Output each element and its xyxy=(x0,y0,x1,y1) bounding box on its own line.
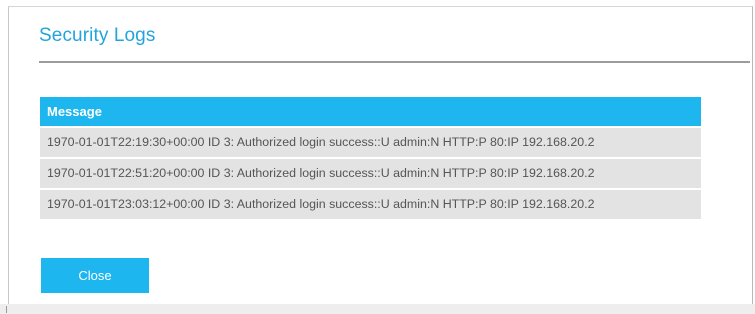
table-row: 1970-01-01T22:51:20+00:00 ID 3: Authoriz… xyxy=(40,159,701,188)
table-row: 1970-01-01T23:03:12+00:00 ID 3: Authoriz… xyxy=(40,190,701,219)
security-logs-dialog: Security Logs Message 1970-01-01T22:19:3… xyxy=(8,6,753,304)
dialog-title: Security Logs xyxy=(39,25,156,46)
close-button[interactable]: Close xyxy=(41,258,149,293)
title-divider xyxy=(39,61,750,63)
resize-handle[interactable] xyxy=(6,306,10,313)
page-background-strip xyxy=(0,304,755,314)
column-header-message: Message xyxy=(40,97,701,126)
log-table: Message 1970-01-01T22:19:30+00:00 ID 3: … xyxy=(40,97,701,219)
table-row: 1970-01-01T22:19:30+00:00 ID 3: Authoriz… xyxy=(40,128,701,157)
